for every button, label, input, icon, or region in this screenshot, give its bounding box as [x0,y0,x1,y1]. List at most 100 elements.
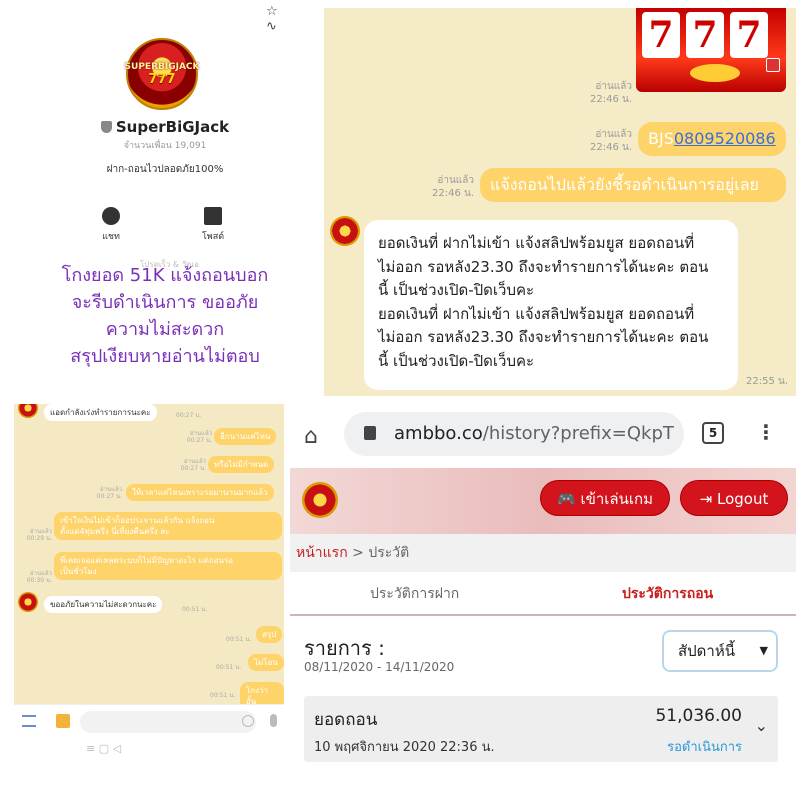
chat-panel-top: 7 7 7 อ่านแล้ว 22:46 น. อ่านแล้ว 22:46 น… [324,8,796,396]
slot-reel: 7 [642,12,680,58]
read-label: อ่านแล้ว [595,81,632,92]
breadcrumb-separator: > [352,545,364,561]
read-label: อ่านแล้ว [30,570,52,577]
user-message: สรุป [256,626,283,643]
more-menu-icon[interactable]: ⋮ [756,420,776,444]
caret-down-icon: ▼ [759,644,768,657]
slot-reel: 7 [730,12,768,58]
chat-panel-bottom: แอดกำลังเร่งทำรายการนะคะ 00:27 น. อ่านแล… [14,404,284,738]
transaction-status: รอดำเนินการ [667,740,742,755]
reply-time: 22:55 น. [746,376,789,387]
home-icon[interactable]: ⌂ [304,424,318,449]
read-label: อ่านแล้ว [184,458,206,465]
friend-count: จำนวนเพื่อน 19,091 [123,141,207,151]
gamepad-icon: 🎮 [557,490,581,508]
message-time: 00:29 น. [26,535,52,542]
message-time: 00:27 น. [180,465,206,472]
play-game-button[interactable]: 🎮 เข้าเล่นเกม [540,480,670,516]
message-input[interactable] [80,711,256,733]
profile-name: SuperBiGJack [0,118,330,136]
browser-panel: ⌂ ambbo.co/history?prefix=QkpT 5 ⋮ 🎮 เข้… [290,404,796,774]
user-message: อีกนานแค่ไหน [214,428,277,445]
history-tabs: ประวัติการฝาก ประวัติการถอน [290,572,796,616]
phone-link[interactable]: 0809520086 [674,129,776,148]
chevron-down-icon[interactable]: ⌄ [755,716,768,735]
scam-warning-text: โกงยอด 51K แจ้งถอนบอก จะรีบดำเนินการ ขออ… [30,262,300,370]
gift-icon [766,58,780,72]
url-bar[interactable]: ambbo.co/history?prefix=QkpT [344,412,684,456]
menu-icon[interactable] [22,715,36,727]
breadcrumb: หน้าแรก > ประวัติ [290,534,796,572]
breadcrumb-current: ประวัติ [368,545,410,561]
tab-deposit-history[interactable]: ประวัติการฝาก [370,572,459,616]
reply-line: ไม่ออก รอหลัง23.30 ถึงจะทำรายการได้นะคะ … [378,257,709,276]
chat-icon [102,207,120,225]
reply-line: ยอดเงินที่ ฝากไม่เข้า แจ้งสลิปพร้อมยูส ย… [378,234,695,252]
warning-line: สรุปเงียบหายอ่านไม่ตอบ [70,346,260,367]
avatar [18,404,38,418]
read-receipt: อ่านแล้ว 22:46 น. [574,80,632,106]
superbigjack-logo: SUPERBIGJACK 777 [125,38,199,110]
message-time: 22:46 น. [431,188,474,199]
tab-withdraw-history[interactable]: ประวัติการถอน [622,572,713,616]
message-time: 00:51 น. [216,664,242,671]
chat-button[interactable]: แชท [86,207,136,243]
withdraw-complaint-bubble: แจ้งถอนไปแล้วยังชี้รอดำเนินการอยู่เลย [480,168,786,202]
avatar [18,592,38,612]
reply-line: นี้ เป็นช่วงเปิด-ปิดเว็บคะ [378,281,535,299]
breadcrumb-home[interactable]: หน้าแรก [296,545,348,561]
warning-line: ความไม่สะดวก [105,319,225,340]
post-icon [204,207,222,225]
emoji-icon[interactable] [242,715,254,727]
slot-machine-image[interactable]: 7 7 7 [636,8,786,92]
message-time: 00:51 น. [226,636,252,643]
android-nav-bar: ≡ ▢ ◁ [14,740,284,762]
message-time: 00:27 น. [96,493,122,500]
coin-graphic [690,64,740,82]
user-message: ให้เวลาแค่ไหนเพราะรอมานานมากแล้ว [126,484,274,501]
user-message: ไม่โอน [248,654,284,671]
url-path: /history?prefix=QkpT [482,423,674,444]
user-message: หรือไม่มีกำหนด [208,456,275,473]
expand-icon[interactable] [56,714,70,728]
logout-icon: ⇥ [699,490,717,508]
post-label: โพสต์ [201,232,225,242]
reply-line: นี้ เป็นช่วงเปิด-ปิดเว็บคะ [378,351,535,370]
reply-line: ไม่ออก รอหลัง23.30 ถึงจะทำรายการได้นะคะ … [378,328,709,346]
reply-line: ยอดเงินที่ ฝากไม่เข้า แจ้งสลิปพร้อมยูส ย… [378,304,695,323]
transaction-type: ยอดถอน [314,710,378,730]
logo-777: 777 [148,71,176,87]
user-message: เข้าใจเงินไม่เข้าก็ออประจานแล้วกัน แจ้งถ… [54,512,282,540]
read-label: อ่านแล้ว [437,175,474,186]
site-logo[interactable] [302,482,338,518]
transaction-date: 10 พฤศจิกายน 2020 22:36 น. [314,740,495,755]
read-label: อ่านแล้ว [595,129,632,140]
message-time: 22:46 น. [589,94,632,105]
avatar [330,216,360,246]
admin-message: แอดกำลังเร่งทำรายการนะคะ [44,404,157,421]
message-time: 22:46 น. [589,142,632,153]
line-profile-panel: ☆ ∿ SUPERBIGJACK 777 SuperBiGJack จำนวนเ… [0,0,320,400]
admin-message: ขออภัยในความไม่สะดวกนะคะ [44,596,163,613]
message-time: 00:27 น. [186,437,212,444]
nav-buttons[interactable]: ≡ ▢ ◁ [86,742,121,755]
tab-count-button[interactable]: 5 [702,422,724,444]
withdraw-row[interactable]: ยอดถอน 10 พฤศจิกายน 2020 22:36 น. 51,036… [304,696,778,762]
lock-icon [364,426,376,440]
user-message: พี่เคยเจอแต่เหลดระบบก็ไม่มีปัญหาอะไร แต่… [54,552,282,580]
message-time: 00:30 น. [26,577,52,584]
top-icons[interactable]: ☆ ∿ [266,4,320,34]
message-line: เข้าใจเงินไม่เข้าก็ออประจานแล้วกัน แจ้งถ… [60,516,215,525]
post-button[interactable]: โพสต์ [188,207,238,243]
chat-label: แชท [102,232,120,242]
period-select[interactable]: สัปดาห์นี้ ▼ [662,630,778,672]
logout-label: Logout [716,490,769,508]
read-label: อ่านแล้ว [30,528,52,535]
browser-toolbar: ⌂ ambbo.co/history?prefix=QkpT 5 ⋮ [290,404,796,464]
message-input-bar [14,704,284,738]
message-line: พี่เคยเจอแต่เหลดระบบก็ไม่มีปัญหาอะไร แต่… [60,556,234,565]
account-prefix: BJS [648,129,674,148]
mic-icon[interactable] [270,714,277,727]
period-select-value: สัปดาห์นี้ [678,642,735,660]
logout-button[interactable]: ⇥ Logout [680,480,788,516]
